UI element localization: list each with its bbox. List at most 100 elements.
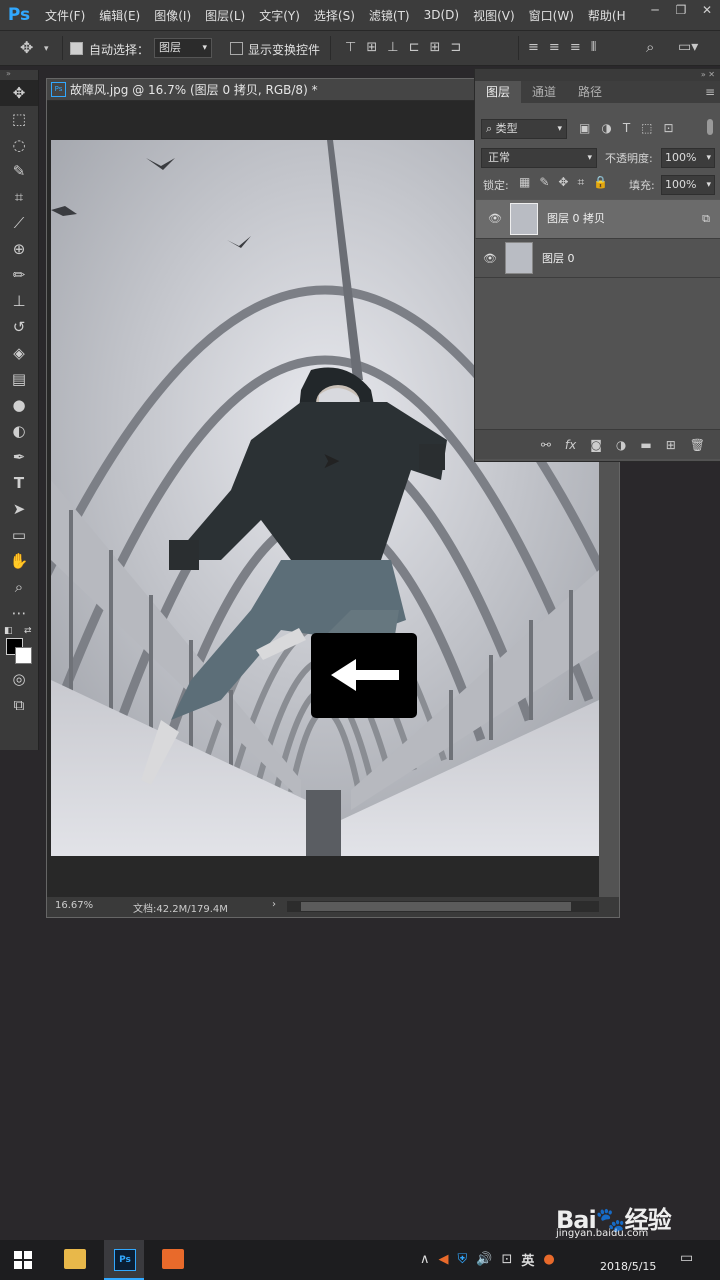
menu-3d[interactable]: 3D(D) [417, 8, 466, 22]
quick-select-tool-icon[interactable]: ✎ [0, 158, 38, 184]
layer-name[interactable]: 图层 0 拷贝 [547, 210, 605, 228]
tab-channels[interactable]: 通道 [521, 81, 567, 103]
auto-select-target-dropdown[interactable]: 图层 ▾ [154, 38, 212, 58]
filter-type-icon[interactable]: T [623, 121, 630, 135]
fx-icon[interactable]: fx [565, 438, 576, 452]
visibility-eye-icon[interactable]: 👁 [475, 252, 505, 265]
crop-tool-icon[interactable]: ⌗ [0, 184, 38, 210]
notification-icon[interactable]: ▭ [680, 1250, 693, 1266]
taskbar-date[interactable]: 2018/5/15 [600, 1260, 656, 1273]
align-top-icon[interactable]: ⊤ [345, 40, 356, 56]
hand-tool-icon[interactable]: ✋ [0, 548, 38, 574]
menu-layer[interactable]: 图层(L) [198, 7, 252, 24]
eraser-tool-icon[interactable]: ◈ [0, 340, 38, 366]
filter-shape-icon[interactable]: ⬚ [641, 121, 652, 135]
zoom-level[interactable]: 16.67% [55, 900, 93, 911]
lock-artboard-icon[interactable]: ⌗ [577, 175, 584, 190]
mask-icon[interactable]: ◙ [590, 438, 602, 452]
network-icon[interactable]: ⊡ [501, 1252, 512, 1267]
menu-file[interactable]: 文件(F) [38, 7, 92, 24]
move-tool-icon[interactable]: ✥ [0, 80, 38, 106]
workspace-icon[interactable]: ▭▾ [678, 39, 698, 55]
brush-tool-icon[interactable]: ✏ [0, 262, 38, 288]
trash-icon[interactable]: 🗑 [690, 438, 705, 452]
distribute-bottom-icon[interactable]: ≡ [570, 40, 581, 56]
auto-select-checkbox[interactable] [70, 42, 83, 55]
blend-mode-dropdown[interactable]: 正常 ▾ [481, 148, 597, 168]
quick-mask-icon[interactable]: ◎ [0, 666, 38, 692]
chevron-up-icon[interactable]: ∧ [420, 1252, 430, 1267]
marquee-tool-icon[interactable]: ⬚ [0, 106, 38, 132]
screen-mode-icon[interactable]: ⧉ [0, 692, 38, 718]
layer-name[interactable]: 图层 0 [542, 250, 575, 266]
shape-tool-icon[interactable]: ▭ [0, 522, 38, 548]
stamp-tool-icon[interactable]: ⊥ [0, 288, 38, 314]
close-icon[interactable]: ✕ [694, 0, 720, 20]
menu-edit[interactable]: 编辑(E) [92, 7, 147, 24]
swap-colors-icon[interactable]: ⇄ [24, 626, 32, 636]
more-tools-icon[interactable]: ⋯ [0, 600, 38, 626]
new-layer-icon[interactable]: ⊞ [666, 438, 676, 452]
gradient-tool-icon[interactable]: ▤ [0, 366, 38, 392]
background-color[interactable] [15, 647, 32, 664]
layer-row[interactable]: 👁 图层 0 拷贝 ⧉ [475, 199, 720, 239]
move-tool-icon[interactable]: ✥ [20, 40, 33, 56]
type-tool-icon[interactable]: T [0, 470, 38, 496]
align-vcenter-icon[interactable]: ⊞ [366, 40, 377, 56]
panel-menu-icon[interactable]: ≡ [613, 81, 720, 103]
tab-paths[interactable]: 路径 [567, 81, 613, 103]
chevron-down-icon[interactable]: ▾ [44, 41, 49, 57]
lock-all-icon[interactable]: 🔒 [593, 175, 608, 190]
filter-adjustment-icon[interactable]: ◑ [601, 121, 611, 135]
ime-indicator[interactable]: 英 [521, 1250, 534, 1269]
filter-pixel-icon[interactable]: ▣ [579, 121, 590, 135]
folder-icon[interactable]: ▬ [640, 438, 651, 452]
panel-collapse-icon[interactable]: » ✕ [475, 69, 720, 81]
dodge-tool-icon[interactable]: ◐ [0, 418, 38, 444]
file-explorer-icon[interactable] [64, 1249, 86, 1269]
history-brush-icon[interactable]: ↺ [0, 314, 38, 340]
link-icon[interactable]: ⚯ [541, 438, 551, 452]
lock-position-icon[interactable]: ✥ [558, 175, 568, 190]
chevron-right-icon[interactable]: › [272, 899, 276, 910]
lock-transparent-icon[interactable]: ▦ [519, 175, 530, 190]
scrollbar-thumb[interactable] [301, 902, 571, 911]
filter-smart-icon[interactable]: ⊡ [664, 121, 674, 135]
fill-input[interactable]: 100% ▾ [661, 175, 715, 195]
restore-icon[interactable]: ❐ [668, 0, 694, 20]
healing-tool-icon[interactable]: ⊕ [0, 236, 38, 262]
pen-tool-icon[interactable]: ✒ [0, 444, 38, 470]
distribute-top-icon[interactable]: ≡ [528, 40, 539, 56]
menu-type[interactable]: 文字(Y) [252, 7, 307, 24]
search-icon[interactable]: ⌕ [646, 39, 654, 55]
align-left-icon[interactable]: ⊏ [409, 40, 420, 56]
align-bottom-icon[interactable]: ⊥ [387, 40, 398, 56]
menu-window[interactable]: 窗口(W) [522, 7, 581, 24]
menu-help[interactable]: 帮助(H [581, 7, 633, 24]
lasso-tool-icon[interactable]: ◌ [0, 132, 38, 158]
menu-view[interactable]: 视图(V) [466, 7, 522, 24]
zoom-tool-icon[interactable]: ⌕ [0, 574, 38, 600]
app-taskbar-icon[interactable] [162, 1249, 184, 1269]
tray-app-icon[interactable]: ● [543, 1252, 554, 1267]
eyedropper-tool-icon[interactable]: ⟋ [0, 210, 38, 236]
volume-icon[interactable]: 🔊 [476, 1252, 492, 1267]
distribute-left-icon[interactable]: ⦀ [591, 40, 597, 56]
show-transform-checkbox[interactable] [230, 42, 243, 55]
visibility-eye-icon[interactable]: 👁 [480, 210, 510, 228]
horizontal-scrollbar[interactable] [287, 901, 599, 912]
menu-select[interactable]: 选择(S) [307, 7, 362, 24]
layer-row[interactable]: 👁 图层 0 [475, 239, 720, 278]
speaker-app-icon[interactable]: ◀ [439, 1252, 449, 1267]
lock-pixels-icon[interactable]: ✎ [539, 175, 549, 190]
distribute-vcenter-icon[interactable]: ≡ [549, 40, 560, 56]
menu-filter[interactable]: 滤镜(T) [362, 7, 417, 24]
minimize-icon[interactable]: ─ [642, 0, 668, 20]
align-right-icon[interactable]: ⊐ [450, 40, 461, 56]
taskbar-photoshop-button[interactable]: Ps [104, 1240, 144, 1280]
adjustment-icon[interactable]: ◑ [616, 438, 626, 452]
path-select-tool-icon[interactable]: ➤ [0, 496, 38, 522]
blur-tool-icon[interactable]: ● [0, 392, 38, 418]
menu-image[interactable]: 图像(I) [147, 7, 198, 24]
layer-filter-dropdown[interactable]: ⌕ 类型 ▾ [481, 119, 567, 139]
